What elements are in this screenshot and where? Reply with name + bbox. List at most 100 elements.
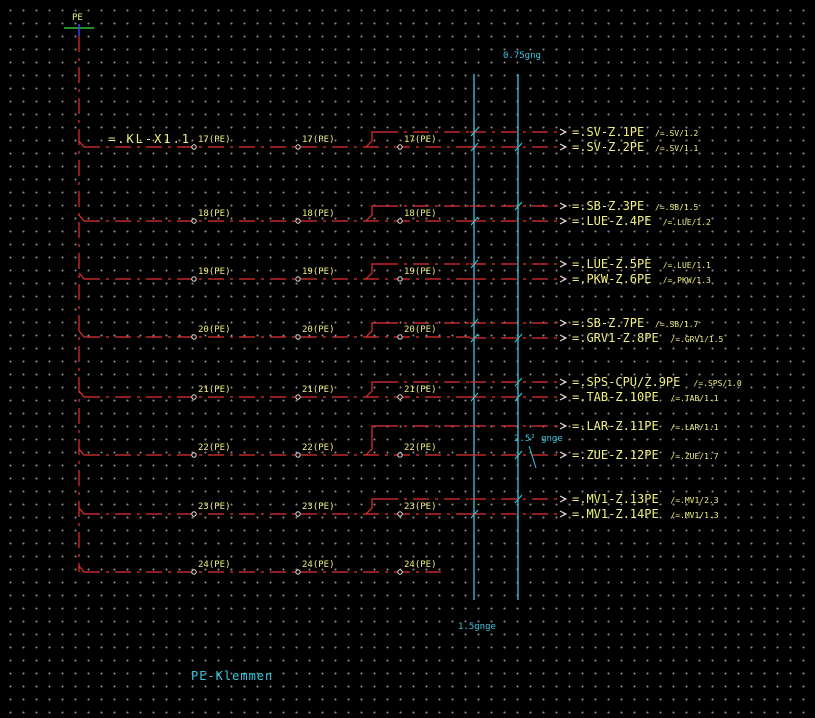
jumper-fork	[365, 425, 382, 456]
terminal-label: 22(PE)	[302, 443, 335, 453]
output-ref: /=.LUE/1.1	[663, 261, 711, 270]
terminal-label: 19(PE)	[404, 267, 437, 277]
terminal-label: 20(PE)	[404, 325, 437, 335]
output-name: =.PKW-Z.6PE	[572, 272, 651, 286]
terminal-node	[397, 511, 403, 517]
terminal-label: 23(PE)	[198, 502, 231, 512]
terminal-node	[397, 394, 403, 400]
output-ref: /=.GRV1/1.5	[670, 335, 723, 344]
jumper-fork	[365, 263, 382, 280]
terminal-label: 19(PE)	[198, 267, 231, 277]
terminal-label: 22(PE)	[198, 443, 231, 453]
terminal-label: 19(PE)	[302, 267, 335, 277]
bus-branch	[78, 140, 85, 148]
footer-label: PE-Klemmen	[191, 669, 273, 683]
schematic-drawing: PE =.KL-X1.1 0.75gng 2.5² gnge 1.5gnge P…	[64, 13, 742, 683]
output-name: =.SB-Z.7PE	[572, 316, 644, 330]
terminal-label: 17(PE)	[404, 135, 437, 145]
schematic-canvas: PE =.KL-X1.1 0.75gng 2.5² gnge 1.5gnge P…	[0, 0, 815, 718]
output-name: =.MV1-Z.14PE	[572, 507, 659, 521]
terminal-label: 21(PE)	[198, 385, 231, 395]
terminal-node	[295, 452, 301, 458]
output-ref: /=.SB/1.7	[655, 320, 699, 329]
cable-label-bottom: 1.5gnge	[458, 622, 496, 632]
terminal-node	[397, 218, 403, 224]
terminal-node	[397, 144, 403, 150]
terminal-node	[397, 334, 403, 340]
terminal-node	[295, 569, 301, 575]
terminal-node	[397, 452, 403, 458]
terminal-label: 17(PE)	[198, 135, 231, 145]
output-ref: /=.ZUE/1.7	[670, 452, 718, 461]
terminal-node	[191, 452, 197, 458]
strip-label: =.KL-X1.1	[108, 132, 191, 146]
terminal-label: 23(PE)	[404, 502, 437, 512]
terminal-node	[295, 144, 301, 150]
output-ref: /=.LAR/1.1	[670, 423, 718, 432]
terminal-label: 20(PE)	[198, 325, 231, 335]
bus-branch	[78, 214, 85, 222]
terminal-label: 23(PE)	[302, 502, 335, 512]
terminal-label: 24(PE)	[198, 560, 231, 570]
output-ref: /=.MV1/2.3	[670, 496, 718, 505]
jumper-fork	[365, 381, 382, 398]
terminal-node	[191, 511, 197, 517]
terminal-node	[295, 334, 301, 340]
output-ref: /=.TAB/1.1	[670, 394, 718, 403]
output-ref: /=.PKW/1.3	[663, 276, 711, 285]
terminal-label: 20(PE)	[302, 325, 335, 335]
output-name: =.MV1-Z.13PE	[572, 492, 659, 506]
output-ref: /=.SV/1.2	[655, 129, 699, 138]
terminal-label: 18(PE)	[302, 209, 335, 219]
bus-branch	[78, 330, 85, 338]
output-name: =.GRV1-Z.8PE	[572, 331, 659, 345]
output-name: =.LUE-Z.5PE	[572, 257, 651, 271]
output-name: =.SPS-CPU/Z.9PE	[572, 375, 680, 389]
terminal-label: 24(PE)	[302, 560, 335, 570]
pe-label: PE	[72, 13, 83, 23]
jumper-fork	[365, 205, 382, 222]
terminal-node	[191, 394, 197, 400]
output-name: =.SV-Z.1PE	[572, 125, 644, 139]
output-ref: /=.SB/1.5	[655, 203, 699, 212]
terminal-label: 18(PE)	[198, 209, 231, 219]
output-name: =.LUE-Z.4PE	[572, 214, 651, 228]
terminal-node	[397, 276, 403, 282]
bus-branch	[78, 565, 85, 573]
terminal-node	[191, 334, 197, 340]
terminal-node	[295, 394, 301, 400]
output-ref: /=.MV1/1.3	[670, 511, 718, 520]
terminal-node	[295, 276, 301, 282]
terminal-node	[191, 276, 197, 282]
bus-branch	[78, 272, 85, 280]
bus-branch	[78, 390, 85, 398]
cable-tick-mid	[528, 445, 537, 469]
cable-label-top: 0.75gng	[503, 51, 541, 61]
jumper-fork	[365, 131, 382, 148]
terminal-node	[295, 511, 301, 517]
jumper-fork	[365, 498, 382, 515]
jumper-fork	[365, 322, 382, 338]
terminal-label: 22(PE)	[404, 443, 437, 453]
output-name: =.ZUE-Z.12PE	[572, 448, 659, 462]
terminal-label: 24(PE)	[404, 560, 437, 570]
terminal-label: 21(PE)	[302, 385, 335, 395]
terminal-node	[191, 218, 197, 224]
terminal-node	[191, 144, 197, 150]
bus-branch	[78, 507, 85, 515]
output-name: =.TAB-Z.10PE	[572, 390, 659, 404]
terminal-label: 21(PE)	[404, 385, 437, 395]
output-name: =.SV-Z.2PE	[572, 140, 644, 154]
terminal-label: 17(PE)	[302, 135, 335, 145]
output-name: =.LAR-Z.11PE	[572, 419, 659, 433]
output-ref: /=.SPS/1.0	[694, 379, 742, 388]
output-ref: /=.SV/1.1	[655, 144, 699, 153]
output-name: =.SB-Z.3PE	[572, 199, 644, 213]
output-ref: /=.LUE/1.2	[663, 218, 711, 227]
bus-branch	[78, 448, 85, 456]
terminal-node	[295, 218, 301, 224]
terminal-node	[397, 569, 403, 575]
terminal-label: 18(PE)	[404, 209, 437, 219]
cable-label-mid: 2.5² gnge	[514, 434, 563, 444]
terminal-node	[191, 569, 197, 575]
